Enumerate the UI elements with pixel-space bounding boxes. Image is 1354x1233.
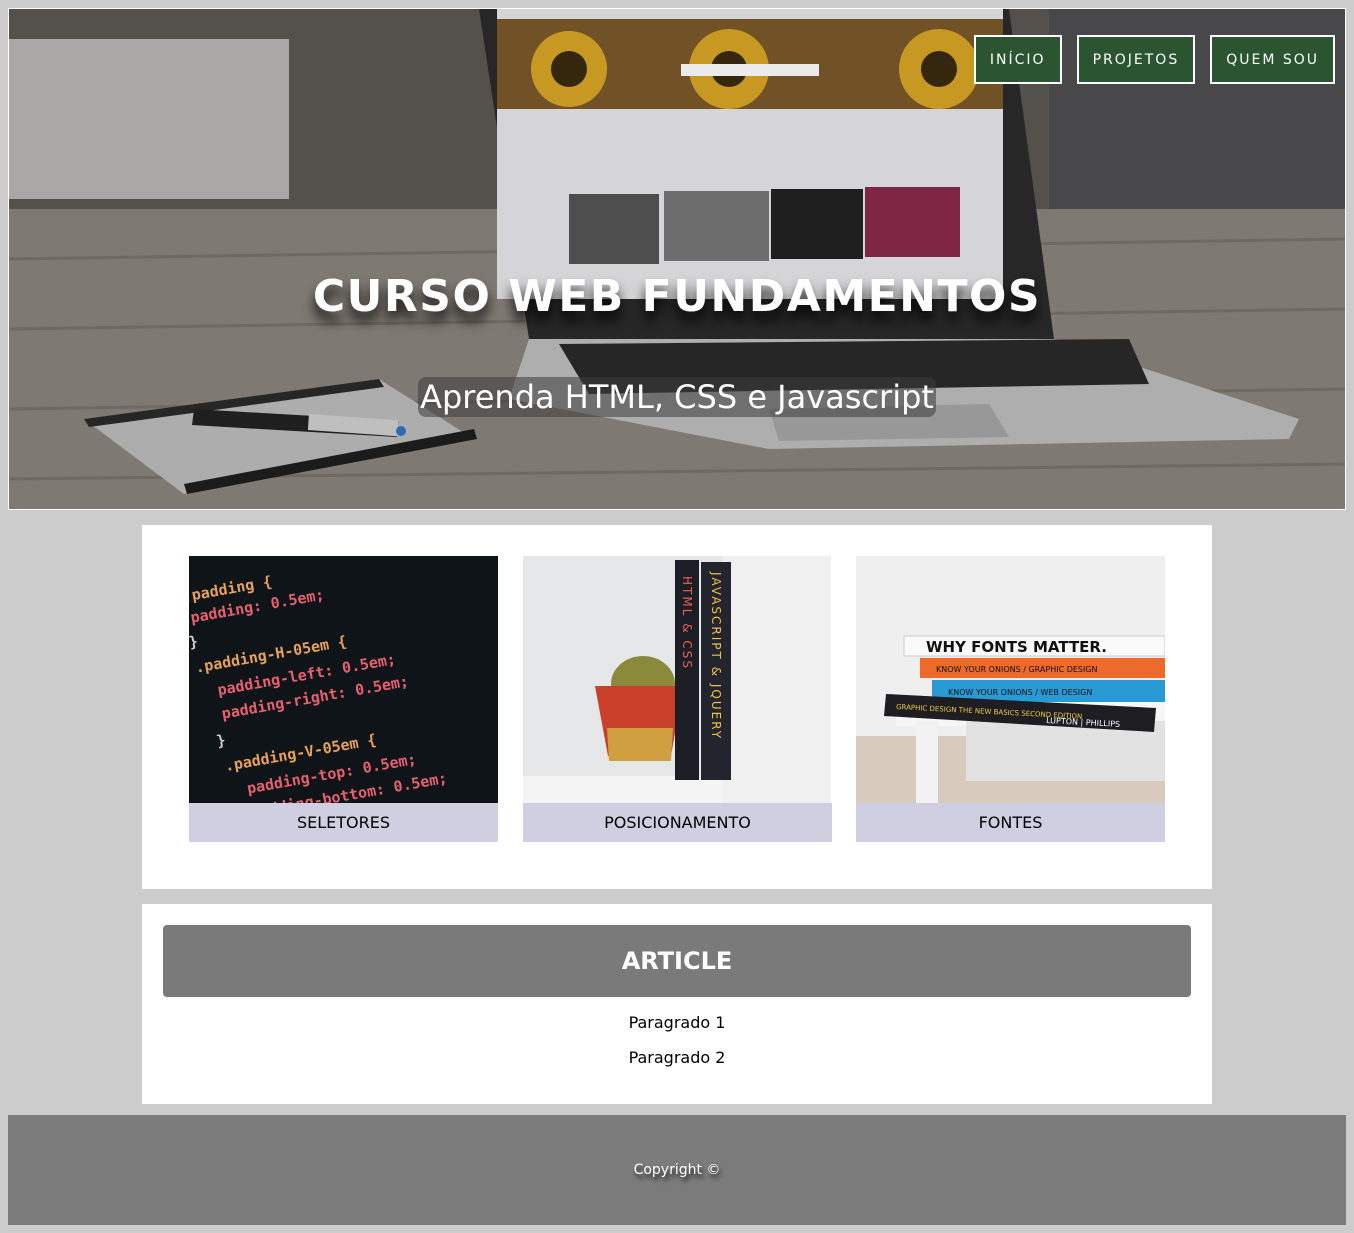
hero-background-image [9, 9, 1345, 509]
book-title: KNOW YOUR ONIONS / GRAPHIC DESIGN [936, 665, 1098, 674]
nav-projetos-button[interactable]: PROJETOS [1076, 35, 1196, 84]
card-seletores[interactable]: .padding { padding: 0.5em; } .padding-H-… [189, 556, 498, 842]
code-screen-image: .padding { padding: 0.5em; } .padding-H-… [189, 556, 498, 803]
hero-banner: INÍCIO PROJETOS QUEM SOU CURSO WEB FUNDA… [8, 8, 1346, 510]
book-spine-html-css: HTML & CSS [680, 576, 694, 670]
article-section: ARTICLE Paragrado 1 Paragrado 2 [142, 904, 1212, 1104]
article-paragraph-1: Paragrado 1 [628, 1013, 726, 1032]
book-title: KNOW YOUR ONIONS / WEB DESIGN [948, 688, 1092, 697]
card-posicionamento[interactable]: HTML & CSS JAVASCRIPT & JQUERY POSICIONA… [523, 556, 832, 842]
main-nav: INÍCIO PROJETOS QUEM SOU [973, 35, 1335, 84]
card-label-fontes: FONTES [856, 803, 1165, 842]
card-label-posicionamento: POSICIONAMENTO [523, 803, 832, 842]
card-fontes[interactable]: WHY FONTS MATTER. KNOW YOUR ONIONS / GRA… [856, 556, 1165, 842]
hero-subtitle: Aprenda HTML, CSS e Javascript [418, 377, 936, 417]
books-cactus-image: HTML & CSS JAVASCRIPT & JQUERY [523, 556, 831, 803]
hero-title: CURSO WEB FUNDAMENTOS [312, 271, 1042, 322]
footer: Copyright © [8, 1115, 1346, 1225]
card-label-seletores: SELETORES [189, 803, 498, 842]
topics-section: .padding { padding: 0.5em; } .padding-H-… [142, 525, 1212, 889]
nav-inicio-button[interactable]: INÍCIO [973, 35, 1062, 84]
font-books-image: WHY FONTS MATTER. KNOW YOUR ONIONS / GRA… [856, 556, 1165, 803]
copyright-text: Copyright © [633, 1162, 721, 1178]
book-title: WHY FONTS MATTER. [926, 638, 1107, 656]
article-title: ARTICLE [163, 925, 1191, 997]
book-spine-javascript: JAVASCRIPT & JQUERY [709, 571, 723, 740]
article-paragraph-2: Paragrado 2 [628, 1048, 726, 1067]
nav-quem-sou-button[interactable]: QUEM SOU [1210, 35, 1335, 84]
